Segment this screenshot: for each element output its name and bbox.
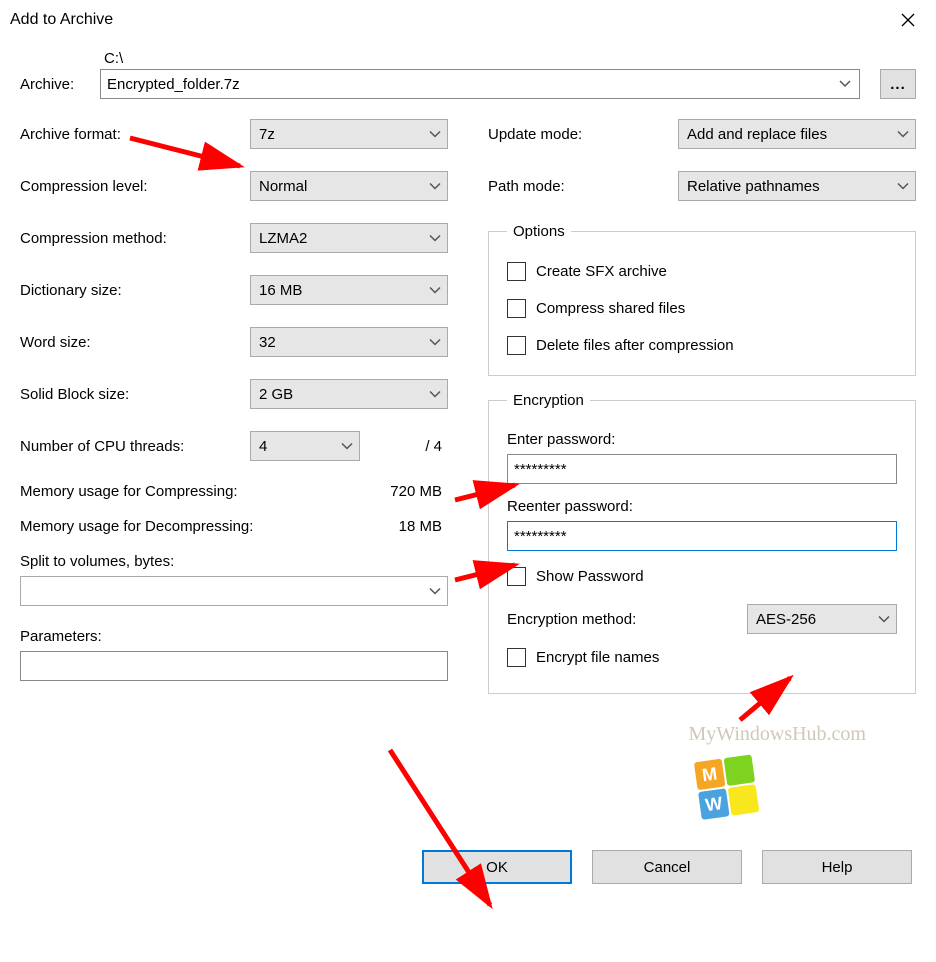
solid-block-size-select[interactable]: 2 GB (250, 379, 448, 409)
chevron-down-icon (897, 178, 909, 195)
enter-password-input[interactable]: ********* (507, 454, 897, 484)
chevron-down-icon (341, 438, 353, 455)
mem-compress-value: 720 MB (390, 483, 442, 500)
archive-filename-select[interactable]: Encrypted_folder.7z (100, 69, 860, 99)
chevron-down-icon (429, 230, 441, 247)
show-password-checkbox[interactable] (507, 567, 526, 586)
split-volumes-label: Split to volumes, bytes: (20, 553, 448, 570)
archive-format-label: Archive format: (20, 126, 250, 143)
options-group: Options Create SFX archive Compress shar… (488, 223, 916, 376)
close-button[interactable] (888, 5, 928, 35)
cancel-button[interactable]: Cancel (592, 850, 742, 884)
annotation-arrow (380, 740, 510, 920)
delete-after-label: Delete files after compression (536, 337, 734, 354)
path-mode-select[interactable]: Relative pathnames (678, 171, 916, 201)
cpu-threads-label: Number of CPU threads: (20, 438, 250, 455)
compression-method-label: Compression method: (20, 230, 250, 247)
compression-level-select[interactable]: Normal (250, 171, 448, 201)
show-password-label: Show Password (536, 568, 644, 585)
watermark: MyWindowsHub.com M W (688, 723, 866, 834)
chevron-down-icon (897, 126, 909, 143)
archive-format-select[interactable]: 7z (250, 119, 448, 149)
mem-decompress-value: 18 MB (399, 518, 442, 535)
parameters-input[interactable] (20, 651, 448, 681)
chevron-down-icon (429, 178, 441, 195)
watermark-logo-icon: M W (688, 750, 768, 830)
cpu-threads-total: / 4 (360, 438, 448, 455)
reenter-password-input[interactable]: ********* (507, 521, 897, 551)
solid-block-size-label: Solid Block size: (20, 386, 250, 403)
svg-text:M: M (701, 763, 719, 785)
window-title: Add to Archive (10, 11, 113, 29)
path-mode-label: Path mode: (488, 178, 678, 195)
encryption-group: Encryption Enter password: ********* Ree… (488, 392, 916, 694)
close-icon (901, 13, 915, 27)
encryption-method-label: Encryption method: (507, 611, 636, 628)
titlebar: Add to Archive (0, 0, 936, 40)
chevron-down-icon (429, 334, 441, 351)
chevron-down-icon (878, 611, 890, 628)
chevron-down-icon (429, 583, 441, 600)
compression-method-select[interactable]: LZMA2 (250, 223, 448, 253)
chevron-down-icon (833, 72, 857, 96)
delete-after-checkbox[interactable] (507, 336, 526, 355)
compression-level-label: Compression level: (20, 178, 250, 195)
compress-shared-checkbox[interactable] (507, 299, 526, 318)
enter-password-label: Enter password: (507, 431, 897, 448)
encrypt-names-checkbox[interactable] (507, 648, 526, 667)
encryption-legend: Encryption (507, 392, 590, 409)
mem-decompress-label: Memory usage for Decompressing: (20, 518, 253, 535)
chevron-down-icon (429, 386, 441, 403)
encryption-method-select[interactable]: AES-256 (747, 604, 897, 634)
dictionary-size-select[interactable]: 16 MB (250, 275, 448, 305)
parameters-label: Parameters: (20, 628, 448, 645)
chevron-down-icon (429, 126, 441, 143)
mem-compress-label: Memory usage for Compressing: (20, 483, 238, 500)
chevron-down-icon (429, 282, 441, 299)
sfx-label: Create SFX archive (536, 263, 667, 280)
word-size-select[interactable]: 32 (250, 327, 448, 357)
encrypt-names-label: Encrypt file names (536, 649, 659, 666)
compress-shared-label: Compress shared files (536, 300, 685, 317)
ok-button[interactable]: OK (422, 850, 572, 884)
update-mode-select[interactable]: Add and replace files (678, 119, 916, 149)
cpu-threads-select[interactable]: 4 (250, 431, 360, 461)
reenter-password-label: Reenter password: (507, 498, 897, 515)
archive-label: Archive: (20, 76, 100, 99)
archive-filename-value: Encrypted_folder.7z (107, 76, 240, 93)
dictionary-size-label: Dictionary size: (20, 282, 250, 299)
update-mode-label: Update mode: (488, 126, 678, 143)
word-size-label: Word size: (20, 334, 250, 351)
split-volumes-select[interactable] (20, 576, 448, 606)
archive-path-text: C:\ (100, 50, 916, 69)
browse-button[interactable]: ... (880, 69, 916, 99)
svg-text:W: W (704, 793, 724, 815)
sfx-checkbox[interactable] (507, 262, 526, 281)
help-button[interactable]: Help (762, 850, 912, 884)
options-legend: Options (507, 223, 571, 240)
